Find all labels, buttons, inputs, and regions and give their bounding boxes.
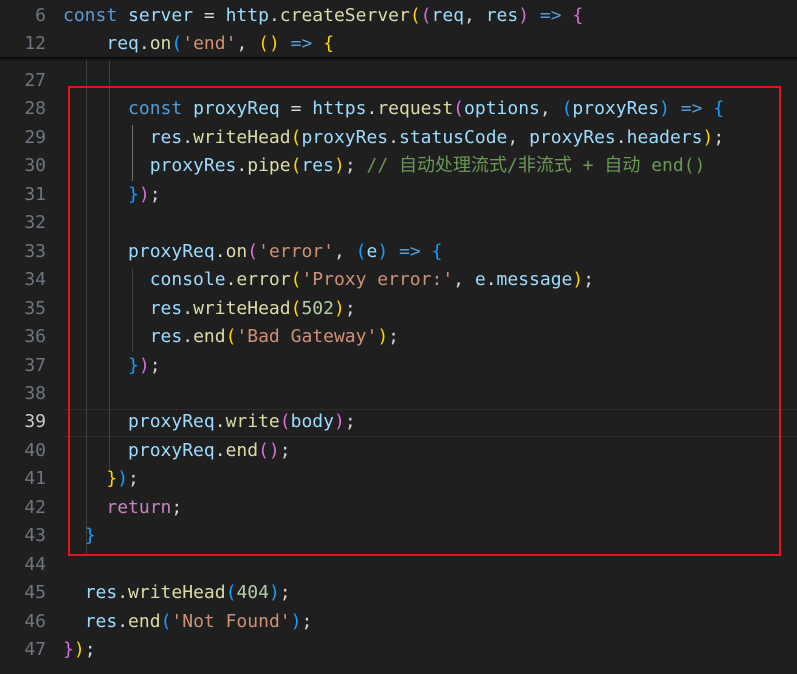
code-token: const xyxy=(63,5,129,26)
line-number[interactable]: 33 xyxy=(0,238,46,266)
line-number[interactable]: 46 xyxy=(0,608,46,636)
code-text[interactable]: res.end('Not Found'); xyxy=(63,608,313,636)
code-token: 'end' xyxy=(182,33,237,54)
code-token: res xyxy=(84,610,118,632)
code-token: res xyxy=(485,5,519,26)
line-number[interactable]: 45 xyxy=(0,579,46,607)
code-token: , xyxy=(464,5,486,26)
code-token: { xyxy=(323,33,335,54)
line-number[interactable]: 29 xyxy=(0,124,46,152)
code-token: ; xyxy=(279,582,291,604)
code-token: ( xyxy=(225,582,237,604)
code-line[interactable]: 45 res.writeHead(404); xyxy=(0,579,797,607)
code-token: . xyxy=(268,5,280,26)
code-text[interactable]: req.on('end', () => { xyxy=(63,30,334,58)
code-token: res xyxy=(84,582,118,604)
code-text[interactable]: const server = http.createServer((req, r… xyxy=(63,2,583,30)
line-number[interactable]: 44 xyxy=(0,551,46,579)
code-token: { xyxy=(572,5,584,26)
code-token: . xyxy=(138,33,150,54)
line-number[interactable]: 30 xyxy=(0,152,46,180)
sticky-scroll[interactable]: 6 const server = http.createServer((req, … xyxy=(0,0,797,60)
code-token: req xyxy=(106,33,139,54)
line-number[interactable]: 43 xyxy=(0,522,46,550)
code-token: . xyxy=(117,582,129,604)
code-token: ; xyxy=(84,639,96,660)
code-token: ) xyxy=(268,582,280,604)
code-line[interactable]: 12 req.on('end', () => { xyxy=(0,30,797,58)
code-token: ) xyxy=(290,610,302,632)
line-number[interactable]: 40 xyxy=(0,437,46,465)
code-token: 'Not Found' xyxy=(171,610,291,632)
code-token: => xyxy=(290,33,313,54)
line-number[interactable]: 39 xyxy=(0,408,46,436)
code-token: end xyxy=(128,610,161,632)
code-token: () xyxy=(258,33,280,54)
sticky-scroll-shadow xyxy=(0,57,797,62)
code-token: ( xyxy=(420,5,432,26)
code-token: ( xyxy=(409,5,421,26)
code-line[interactable]: 47}); xyxy=(0,636,797,664)
line-number[interactable]: 42 xyxy=(0,494,46,522)
code-token: . xyxy=(117,610,129,632)
code-token: 404 xyxy=(236,582,269,604)
code-token: createServer xyxy=(279,5,410,26)
line-number[interactable]: 37 xyxy=(0,352,46,380)
code-token: ( xyxy=(171,33,183,54)
line-number[interactable]: 41 xyxy=(0,465,46,493)
line-number[interactable]: 47 xyxy=(0,636,46,664)
code-line[interactable]: 6 const server = http.createServer((req, … xyxy=(0,2,797,30)
code-token: ) xyxy=(73,639,85,660)
code-token: = xyxy=(193,5,226,26)
code-token: ) xyxy=(518,5,530,26)
code-token: ( xyxy=(160,610,172,632)
line-number[interactable]: 32 xyxy=(0,209,46,237)
code-line[interactable]: 46 res.end('Not Found'); xyxy=(0,608,797,636)
line-number[interactable]: 12 xyxy=(0,30,46,58)
code-token: http xyxy=(225,5,269,26)
code-text[interactable]: }); xyxy=(63,636,96,664)
line-number[interactable]: 34 xyxy=(0,266,46,294)
code-token: server xyxy=(128,5,194,26)
line-number[interactable]: 35 xyxy=(0,295,46,323)
code-token: req xyxy=(431,5,465,26)
line-number[interactable]: 38 xyxy=(0,380,46,408)
annotation-box xyxy=(68,86,781,556)
code-editor[interactable]: 27 28 const proxyReq = https.request(opt… xyxy=(0,0,797,674)
code-text[interactable]: res.writeHead(404); xyxy=(63,579,291,607)
code-token: } xyxy=(63,639,74,660)
code-token: , xyxy=(236,33,259,54)
code-token: => xyxy=(539,5,562,26)
line-number[interactable]: 28 xyxy=(0,95,46,123)
line-number[interactable]: 31 xyxy=(0,181,46,209)
line-number[interactable]: 27 xyxy=(0,67,46,95)
code-token: on xyxy=(149,33,172,54)
code-token: writeHead xyxy=(128,582,226,604)
line-number[interactable]: 36 xyxy=(0,323,46,351)
code-token: ; xyxy=(301,610,313,632)
line-number[interactable]: 6 xyxy=(0,2,46,30)
